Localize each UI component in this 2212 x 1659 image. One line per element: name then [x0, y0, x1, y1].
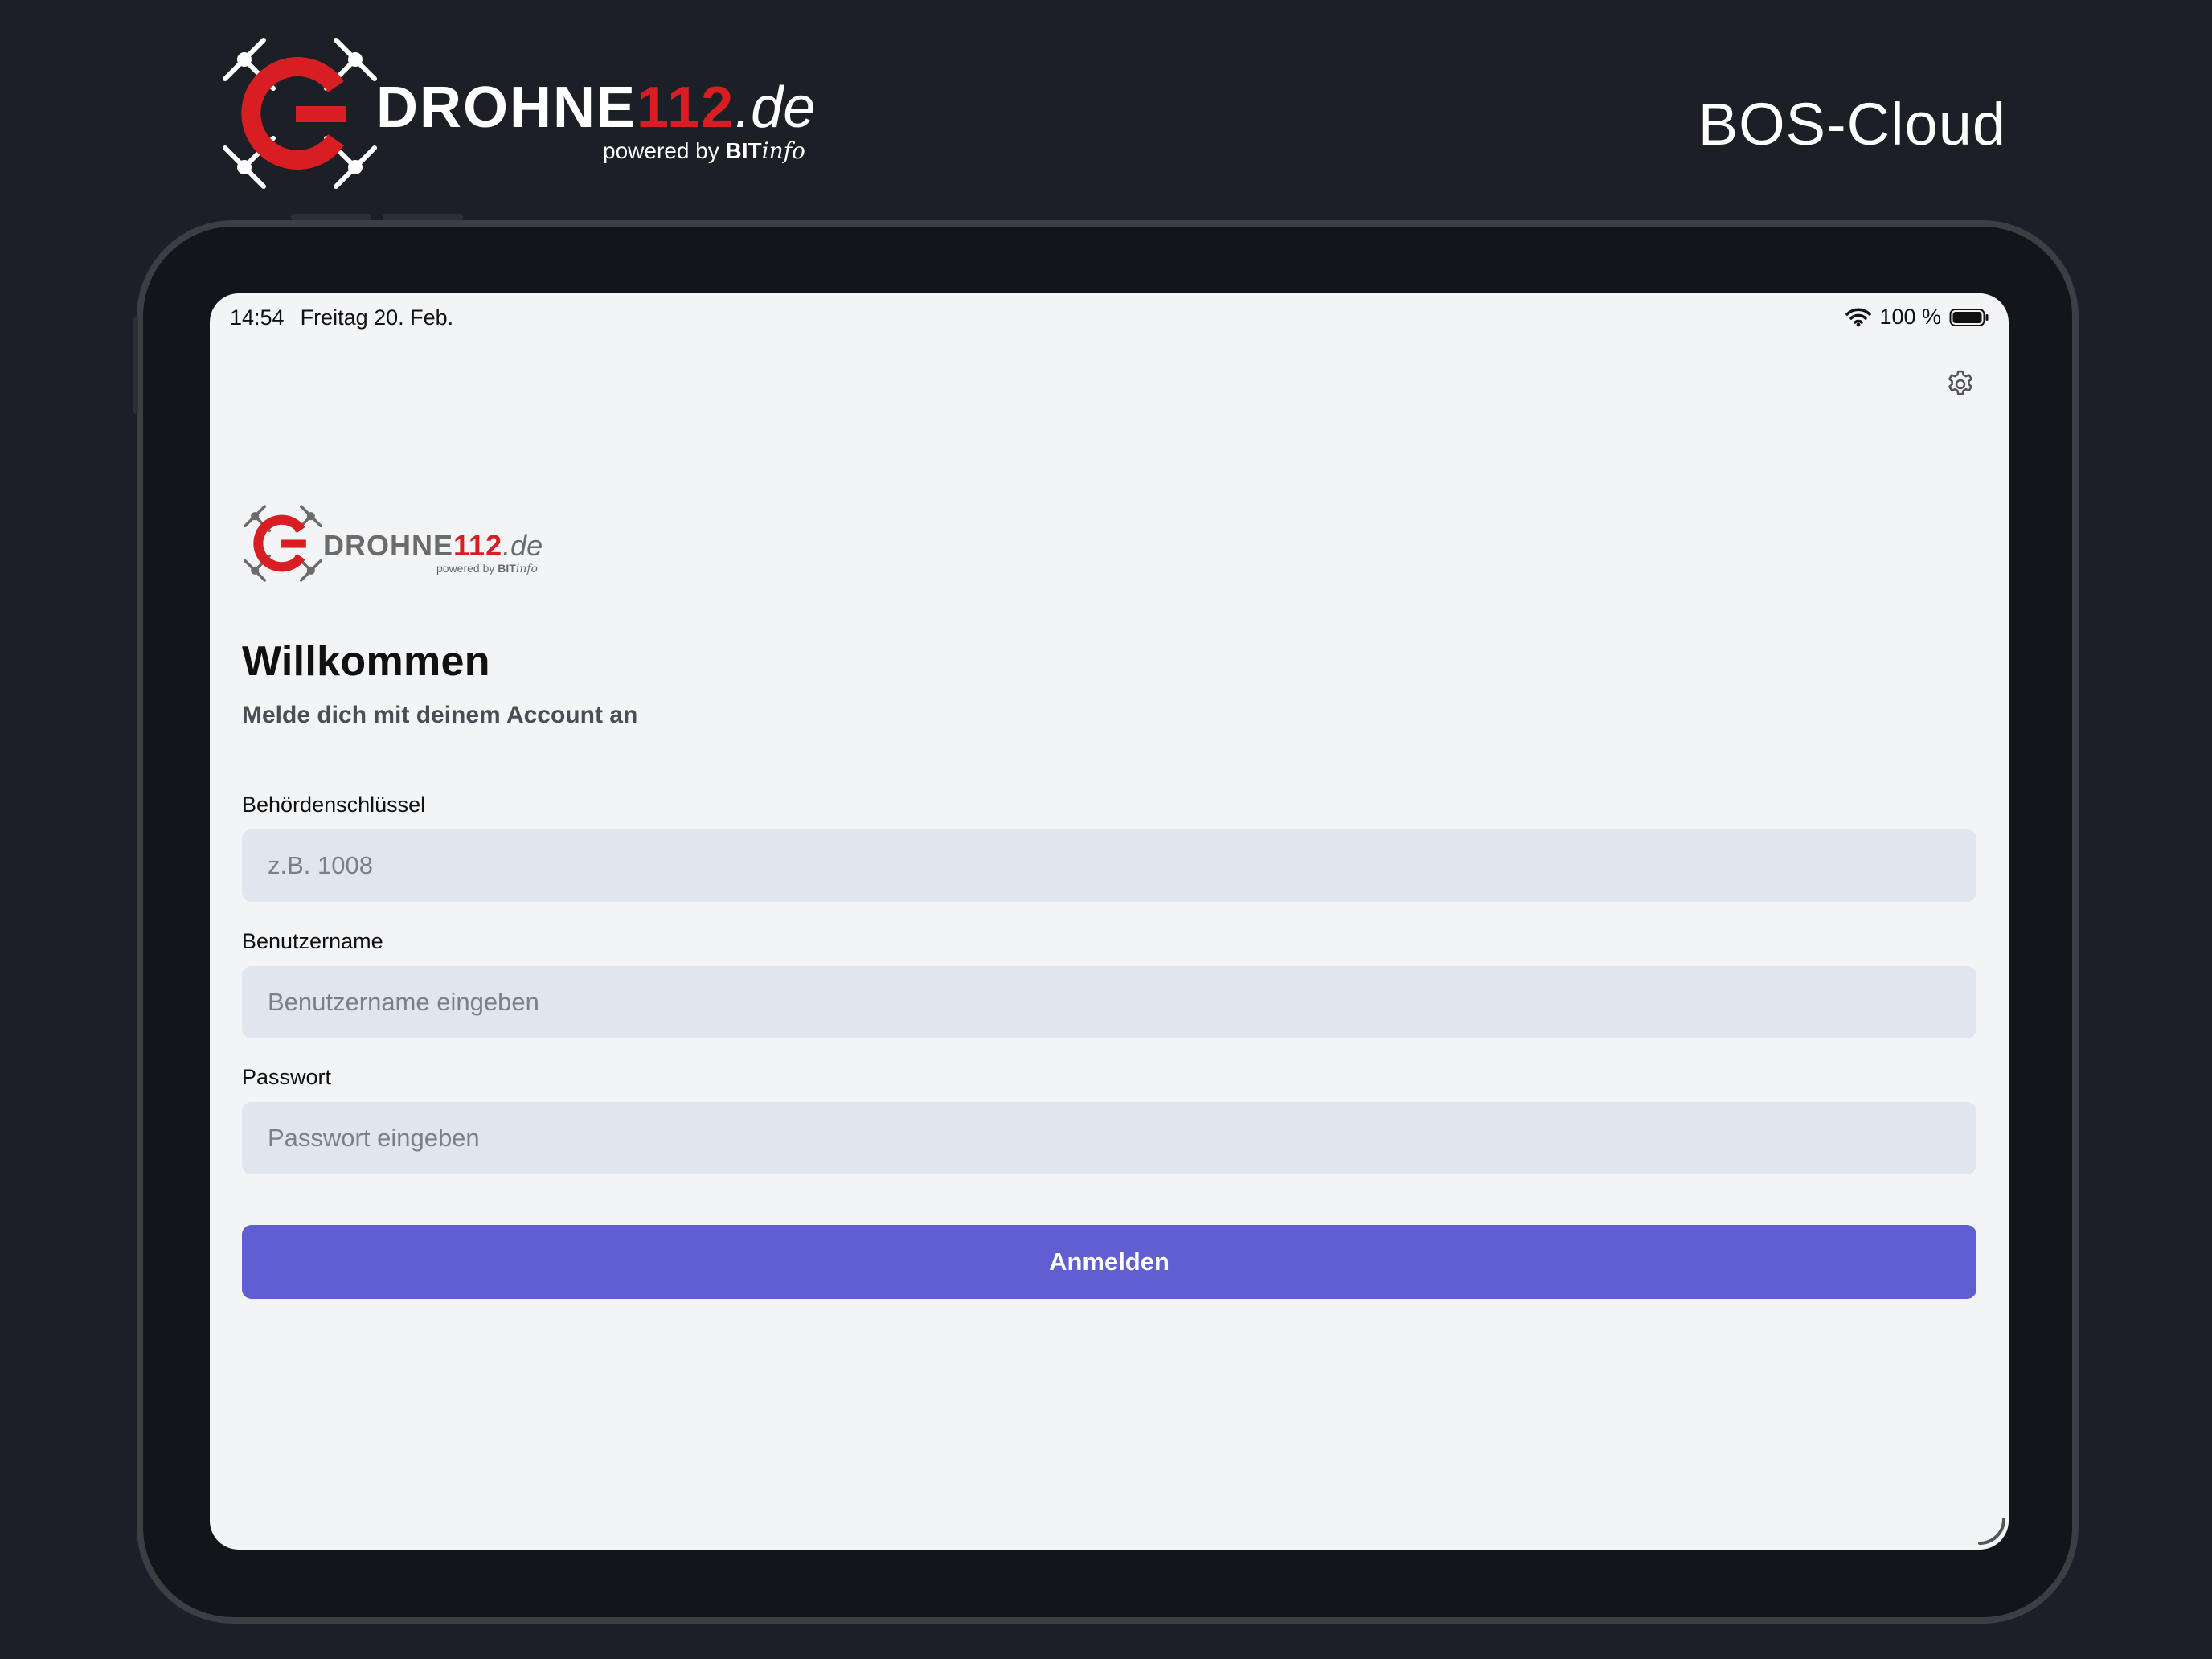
app-logo-word-main: DROHNE — [323, 529, 454, 562]
app-powered-brand-bold: BIT — [498, 562, 516, 575]
app-powered-prefix: powered by — [436, 562, 498, 575]
battery-full-icon — [1949, 308, 1989, 326]
powered-brand-italic: info — [761, 137, 805, 164]
brand-word-tld: .de — [735, 76, 816, 140]
battery-percentage: 100 % — [1879, 305, 1941, 329]
app-logo-powered-by: powered by BITinfo — [436, 562, 538, 576]
brand-powered-by: powered by BITinfo — [603, 140, 805, 162]
username-label: Benutzername — [242, 929, 383, 953]
brand-wordmark: DROHNE112.de — [376, 79, 815, 137]
status-time: 14:54 — [230, 305, 285, 330]
gear-icon — [1948, 370, 1972, 395]
brand-word-number: 112 — [637, 76, 735, 140]
app-logo-word-number: 112 — [453, 529, 503, 562]
brand-word-main: DROHNE — [376, 76, 637, 140]
status-date: Freitag 20. Feb. — [300, 305, 454, 330]
powered-prefix: powered by — [603, 138, 726, 163]
username-input[interactable] — [242, 966, 1976, 1038]
password-input[interactable] — [242, 1102, 1976, 1174]
drone-logo-icon — [244, 505, 322, 582]
status-bar-left: 14:54 Freitag 20. Feb. — [230, 305, 453, 330]
status-bar-right: 100 % — [1845, 305, 1989, 330]
app-logo-wordmark: DROHNE112.de — [323, 531, 543, 560]
tablet-screen: 14:54 Freitag 20. Feb. 100 % DROHNE112.d… — [210, 293, 2009, 1550]
authority-key-input[interactable] — [242, 830, 1976, 902]
tablet-top-button — [291, 214, 371, 220]
page-subtitle: Melde dich mit deinem Account an — [242, 702, 638, 728]
tablet-top-button — [383, 214, 463, 220]
powered-brand-bold: BIT — [725, 138, 762, 163]
password-label: Passwort — [242, 1065, 332, 1089]
authority-key-label: Behördenschlüssel — [242, 793, 426, 817]
wifi-icon — [1845, 308, 1872, 326]
login-button[interactable]: Anmelden — [242, 1225, 1976, 1299]
tablet-side-button — [133, 317, 138, 414]
app-logo: DROHNE112.de powered by BITinfo — [240, 501, 562, 597]
app-logo-word-tld: .de — [502, 529, 543, 562]
page-title: Willkommen — [242, 638, 490, 685]
app-powered-brand-italic: info — [515, 563, 538, 576]
brand-logo: DROHNE112.de powered by BITinfo — [215, 29, 826, 198]
corner-indicator-icon — [1978, 1518, 2005, 1545]
settings-button[interactable] — [1944, 368, 1976, 400]
product-title: BOS-Cloud — [1698, 91, 2006, 158]
drone-logo-icon — [223, 38, 377, 189]
